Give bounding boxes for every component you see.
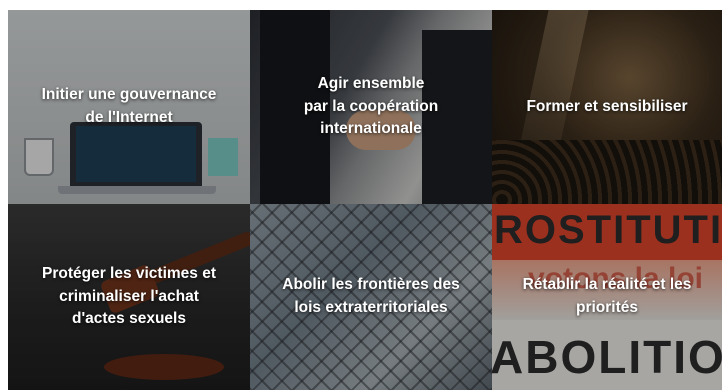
tile-label: Initier une gouvernance de l'Internet <box>41 86 217 126</box>
tile-protect-victims[interactable]: Protéger les victimes et criminaliser l'… <box>8 204 250 390</box>
tile-label: Abolir les frontières des lois extraterr… <box>282 276 460 316</box>
tile-internet-governance[interactable]: Initier une gouvernance de l'Internet <box>8 10 250 204</box>
action-tiles-grid: Initier une gouvernance de l'Internet Ag… <box>8 10 722 390</box>
tile-abolish-borders[interactable]: Abolir les frontières des lois extraterr… <box>250 204 492 390</box>
tile-label: Agir ensemble par la coopération interna… <box>303 74 439 138</box>
tile-train-raise-awareness[interactable]: Former et sensibiliser <box>492 10 722 204</box>
tile-label: Rétablir la réalité et les priorités <box>522 276 692 316</box>
tile-label: Protéger les victimes et criminaliser l'… <box>41 264 217 328</box>
tile-label: Former et sensibiliser <box>526 97 688 115</box>
tile-restore-reality[interactable]: ROSTITUTIO votons la loi ABOLITIO Rétabl… <box>492 204 722 390</box>
tile-international-cooperation[interactable]: Agir ensemble par la coopération interna… <box>250 10 492 204</box>
